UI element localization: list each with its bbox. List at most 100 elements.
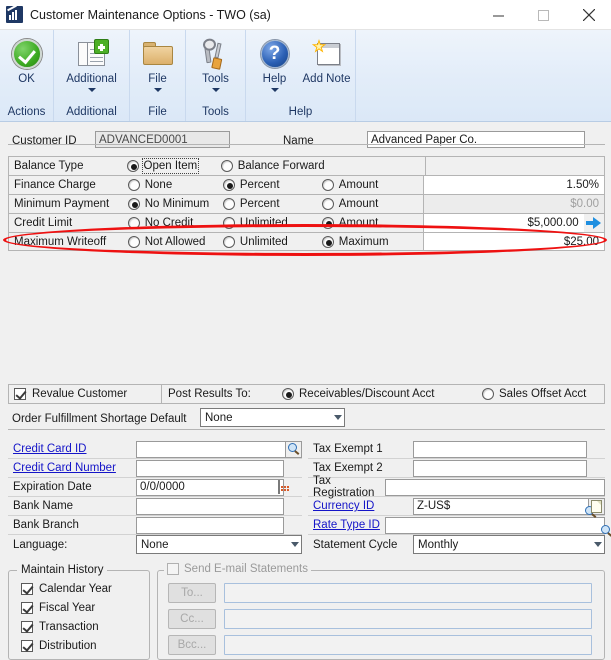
revalue-customer-checkbox[interactable] <box>14 388 26 400</box>
file-button[interactable]: File <box>130 33 186 92</box>
text-input[interactable]: Z-US$ <box>413 497 597 518</box>
options-row-value-text: $0.00 <box>570 198 599 210</box>
email-to-button[interactable]: To... <box>168 583 216 603</box>
options-row-value[interactable]: $25.00 <box>423 233 604 250</box>
maintain-history-item-label: Transaction <box>39 621 99 633</box>
email-cc-button[interactable]: Cc... <box>168 609 216 629</box>
email-bcc-button[interactable]: Bcc... <box>168 635 216 655</box>
send-email-statements-checkbox[interactable] <box>167 563 179 575</box>
email-recipient-input[interactable] <box>224 609 592 629</box>
text-input[interactable] <box>136 440 286 458</box>
link-label[interactable]: Credit Card ID <box>13 443 87 455</box>
text-input[interactable] <box>385 478 605 496</box>
text-input[interactable] <box>136 516 284 534</box>
text-input[interactable]: 0/0/0000 <box>136 478 289 496</box>
customer-id-field[interactable]: ADVANCED0001 <box>95 131 230 148</box>
help-button[interactable]: Help <box>249 33 301 92</box>
language-row: Language: None <box>8 535 302 554</box>
ribbon-group-label-help: Help <box>288 106 313 118</box>
minimize-button[interactable] <box>476 0 521 30</box>
email-recipient-input[interactable] <box>224 583 592 603</box>
ok-button[interactable]: OK <box>0 33 55 85</box>
radio-no-minimum[interactable] <box>127 198 140 210</box>
options-row-value[interactable]: 1.50% <box>423 176 604 194</box>
text-input[interactable] <box>385 516 611 537</box>
add-note-button[interactable]: Add Note <box>301 33 353 85</box>
radio-amount[interactable] <box>321 198 334 210</box>
additional-button[interactable]: Additional <box>55 33 129 92</box>
chevron-down-icon <box>291 542 299 547</box>
text-input[interactable] <box>413 459 587 477</box>
email-recipient-row: To... <box>168 583 592 603</box>
customer-header-row: Customer ID ADVANCED0001 Name Advanced P… <box>0 130 611 154</box>
calendar-icon[interactable] <box>278 480 289 494</box>
lookup-button[interactable] <box>285 440 302 458</box>
radio-percent[interactable] <box>222 198 235 210</box>
ribbon-group-tools: Tools Tools <box>186 30 246 121</box>
radio-unlimited[interactable] <box>222 217 235 229</box>
checkbox-fiscal-year[interactable] <box>21 602 33 614</box>
link-label[interactable]: Rate Type ID <box>313 519 380 531</box>
order-fulfillment-select[interactable]: None <box>200 408 345 427</box>
ribbon-filler <box>356 30 611 121</box>
radio-amount[interactable] <box>321 217 334 229</box>
options-row-value-text: $5,000.00 <box>527 217 579 229</box>
statement-cycle-select[interactable]: Monthly <box>413 535 605 554</box>
detail-row-label-cell: Bank Branch <box>8 519 136 531</box>
ribbon-group-actions: OK Actions <box>0 30 54 121</box>
tools-button-label: Tools <box>202 73 229 85</box>
credit-limit-goto-button[interactable] <box>584 214 604 232</box>
radio-label: Amount <box>338 179 379 191</box>
note-button[interactable] <box>588 497 605 515</box>
radio-not-allowed[interactable] <box>127 235 140 248</box>
radio-open-item[interactable] <box>126 160 139 172</box>
close-button[interactable] <box>566 0 611 30</box>
text-input[interactable] <box>136 459 284 477</box>
tools-button[interactable]: Tools <box>188 33 244 92</box>
maximize-button[interactable] <box>521 0 566 30</box>
email-recipient-input[interactable] <box>224 635 592 655</box>
text-input[interactable] <box>413 440 587 458</box>
detail-row: Tax Registration <box>308 475 605 499</box>
options-row-value[interactable]: $0.00 <box>423 195 604 213</box>
link-label[interactable]: Credit Card Number <box>13 462 116 474</box>
name-field[interactable]: Advanced Paper Co. <box>367 131 585 148</box>
radio-none[interactable] <box>127 179 140 191</box>
options-row-label: Balance Type <box>14 160 84 172</box>
maintain-history-item-label: Fiscal Year <box>39 602 96 614</box>
radio-percent[interactable] <box>222 179 235 191</box>
note-icon <box>591 499 602 513</box>
options-row-value-text: 1.50% <box>566 179 599 191</box>
options-choice-cell: Amount <box>321 195 424 213</box>
language-select[interactable]: None <box>136 535 302 554</box>
post-receivables-radio[interactable] <box>282 388 294 400</box>
options-row-value[interactable]: $5,000.00 <box>423 214 584 232</box>
chevron-down-icon[interactable] <box>153 88 162 92</box>
maintain-history-item-label: Distribution <box>39 640 97 652</box>
window-titlebar: Customer Maintenance Options - TWO (sa) <box>0 0 611 30</box>
chevron-down-icon[interactable] <box>270 88 279 92</box>
options-choice-cell: Amount <box>321 214 424 232</box>
detail-row-label-cell: Bank Name <box>8 500 136 512</box>
text-input[interactable] <box>136 497 284 515</box>
radio-balance-forward[interactable] <box>220 160 233 172</box>
checkbox-distribution[interactable] <box>21 640 33 652</box>
post-results-to-label: Post Results To: <box>168 388 251 400</box>
window-title: Customer Maintenance Options - TWO (sa) <box>30 7 271 22</box>
radio-amount[interactable] <box>321 179 334 191</box>
detail-row: Currency ID Z-US$ <box>308 497 605 518</box>
radio-unlimited[interactable] <box>222 235 235 248</box>
checkbox-calendar-year[interactable] <box>21 583 33 595</box>
link-label[interactable]: Currency ID <box>313 500 374 512</box>
chevron-down-icon[interactable] <box>211 88 220 92</box>
radio-no-credit[interactable] <box>127 217 140 229</box>
checkbox-transaction[interactable] <box>21 621 33 633</box>
radio-maximum[interactable] <box>321 235 334 248</box>
ribbon-group-label-tools: Tools <box>202 106 229 118</box>
radio-label: Percent <box>239 198 280 210</box>
language-value: None <box>141 538 169 551</box>
chevron-down-icon[interactable] <box>87 88 96 92</box>
radio-label: Unlimited <box>239 235 288 248</box>
post-sales-offset-radio[interactable] <box>482 388 494 400</box>
options-choice-cell: Percent <box>222 195 322 213</box>
